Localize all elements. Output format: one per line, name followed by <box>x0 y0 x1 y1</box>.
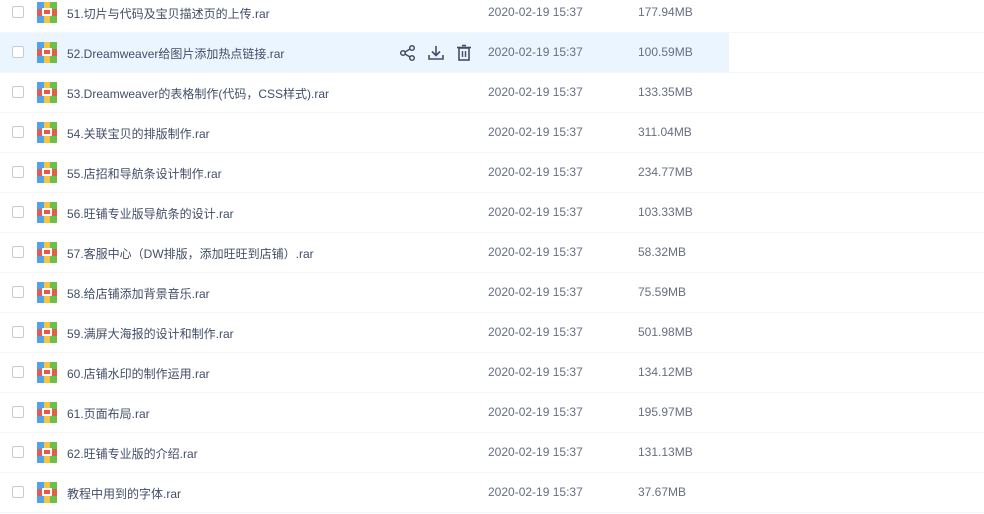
file-list: 51.切片与代码及宝贝描述页的上传.rar 2020-02-19 15:37 1… <box>0 0 984 514</box>
file-modified-date: 2020-02-19 15:37 <box>488 285 583 299</box>
file-name[interactable]: 52.Dreamweaver给图片添加热点链接.rar <box>67 45 284 62</box>
file-name[interactable]: 59.满屏大海报的设计和制作.rar <box>67 325 234 342</box>
file-modified-date: 2020-02-19 15:37 <box>488 205 583 219</box>
file-row[interactable]: 62.旺铺专业版的介绍.rar 2020-02-19 15:37 131.13M… <box>0 433 984 473</box>
rar-file-icon <box>37 362 57 383</box>
share-button[interactable] <box>398 43 418 63</box>
download-icon <box>426 43 446 63</box>
rar-file-icon <box>37 322 57 343</box>
rar-file-icon <box>37 282 57 303</box>
file-name[interactable]: 58.给店铺添加背景音乐.rar <box>67 285 210 302</box>
file-size: 234.77MB <box>638 165 693 179</box>
file-row[interactable]: 55.店招和导航条设计制作.rar 2020-02-19 15:37 234.7… <box>0 153 984 193</box>
row-checkbox[interactable] <box>12 6 24 18</box>
file-name[interactable]: 62.旺铺专业版的介绍.rar <box>67 445 198 462</box>
row-checkbox[interactable] <box>12 206 24 218</box>
rar-file-icon <box>37 122 57 143</box>
file-row[interactable]: 教程中用到的字体.rar 2020-02-19 15:37 37.67MB <box>0 473 984 513</box>
file-row[interactable]: 61.页面布局.rar 2020-02-19 15:37 195.97MB <box>0 393 984 433</box>
row-checkbox[interactable] <box>12 126 24 138</box>
file-size: 37.67MB <box>638 485 687 499</box>
file-modified-date: 2020-02-19 15:37 <box>488 125 583 139</box>
file-name[interactable]: 57.客服中心（DW排版，添加旺旺到店铺）.rar <box>67 245 314 262</box>
file-modified-date: 2020-02-19 15:37 <box>488 85 583 99</box>
file-name[interactable]: 61.页面布局.rar <box>67 405 150 422</box>
row-checkbox[interactable] <box>12 326 24 338</box>
file-modified-date: 2020-02-19 15:37 <box>488 245 583 259</box>
rar-file-icon <box>37 482 57 503</box>
file-modified-date: 2020-02-19 15:37 <box>488 165 583 179</box>
file-modified-date: 2020-02-19 15:37 <box>488 5 583 19</box>
row-checkbox[interactable] <box>12 446 24 458</box>
row-checkbox[interactable] <box>12 246 24 258</box>
file-name[interactable]: 60.店铺水印的制作运用.rar <box>67 365 210 382</box>
file-row[interactable]: 54.关联宝贝的排版制作.rar 2020-02-19 15:37 311.04… <box>0 113 984 153</box>
share-icon <box>398 43 418 63</box>
row-checkbox[interactable] <box>12 486 24 498</box>
file-row[interactable]: 52.Dreamweaver给图片添加热点链接.rar 2020-02-19 1… <box>0 33 984 73</box>
delete-icon <box>454 43 474 63</box>
row-checkbox[interactable] <box>12 86 24 98</box>
file-size: 177.94MB <box>638 5 693 19</box>
file-size: 103.33MB <box>638 205 693 219</box>
file-name[interactable]: 56.旺铺专业版导航条的设计.rar <box>67 205 234 222</box>
rar-file-icon <box>37 2 57 23</box>
file-size: 195.97MB <box>638 405 693 419</box>
delete-button[interactable] <box>454 43 474 63</box>
file-modified-date: 2020-02-19 15:37 <box>488 405 583 419</box>
file-modified-date: 2020-02-19 15:37 <box>488 325 583 339</box>
file-name[interactable]: 53.Dreamweaver的表格制作(代码，CSS样式).rar <box>67 85 329 102</box>
file-size: 58.32MB <box>638 245 687 259</box>
row-checkbox[interactable] <box>12 166 24 178</box>
row-checkbox[interactable] <box>12 46 24 58</box>
file-row[interactable]: 57.客服中心（DW排版，添加旺旺到店铺）.rar 2020-02-19 15:… <box>0 233 984 273</box>
rar-file-icon <box>37 82 57 103</box>
file-modified-date: 2020-02-19 15:37 <box>488 365 583 379</box>
file-modified-date: 2020-02-19 15:37 <box>488 485 583 499</box>
file-row[interactable]: 60.店铺水印的制作运用.rar 2020-02-19 15:37 134.12… <box>0 353 984 393</box>
file-name[interactable]: 54.关联宝贝的排版制作.rar <box>67 125 210 142</box>
rar-file-icon <box>37 162 57 183</box>
file-name[interactable]: 55.店招和导航条设计制作.rar <box>67 165 222 182</box>
row-checkbox[interactable] <box>12 406 24 418</box>
row-checkbox[interactable] <box>12 366 24 378</box>
rar-file-icon <box>37 42 57 63</box>
download-button[interactable] <box>426 43 446 63</box>
file-row[interactable]: 59.满屏大海报的设计和制作.rar 2020-02-19 15:37 501.… <box>0 313 984 353</box>
file-modified-date: 2020-02-19 15:37 <box>488 45 583 59</box>
file-size: 501.98MB <box>638 325 693 339</box>
file-size: 134.12MB <box>638 365 693 379</box>
rar-file-icon <box>37 242 57 263</box>
file-modified-date: 2020-02-19 15:37 <box>488 445 583 459</box>
file-size: 133.35MB <box>638 85 693 99</box>
file-row[interactable]: 53.Dreamweaver的表格制作(代码，CSS样式).rar 2020-0… <box>0 73 984 113</box>
file-row[interactable]: 51.切片与代码及宝贝描述页的上传.rar 2020-02-19 15:37 1… <box>0 0 984 33</box>
file-size: 75.59MB <box>638 285 687 299</box>
file-size: 131.13MB <box>638 445 693 459</box>
file-name[interactable]: 教程中用到的字体.rar <box>67 485 181 502</box>
file-name[interactable]: 51.切片与代码及宝贝描述页的上传.rar <box>67 5 270 22</box>
file-row[interactable]: 56.旺铺专业版导航条的设计.rar 2020-02-19 15:37 103.… <box>0 193 984 233</box>
rar-file-icon <box>37 202 57 223</box>
rar-file-icon <box>37 402 57 423</box>
file-row[interactable]: 58.给店铺添加背景音乐.rar 2020-02-19 15:37 75.59M… <box>0 273 984 313</box>
file-size: 311.04MB <box>638 125 692 139</box>
rar-file-icon <box>37 442 57 463</box>
row-checkbox[interactable] <box>12 286 24 298</box>
file-size: 100.59MB <box>638 45 693 59</box>
